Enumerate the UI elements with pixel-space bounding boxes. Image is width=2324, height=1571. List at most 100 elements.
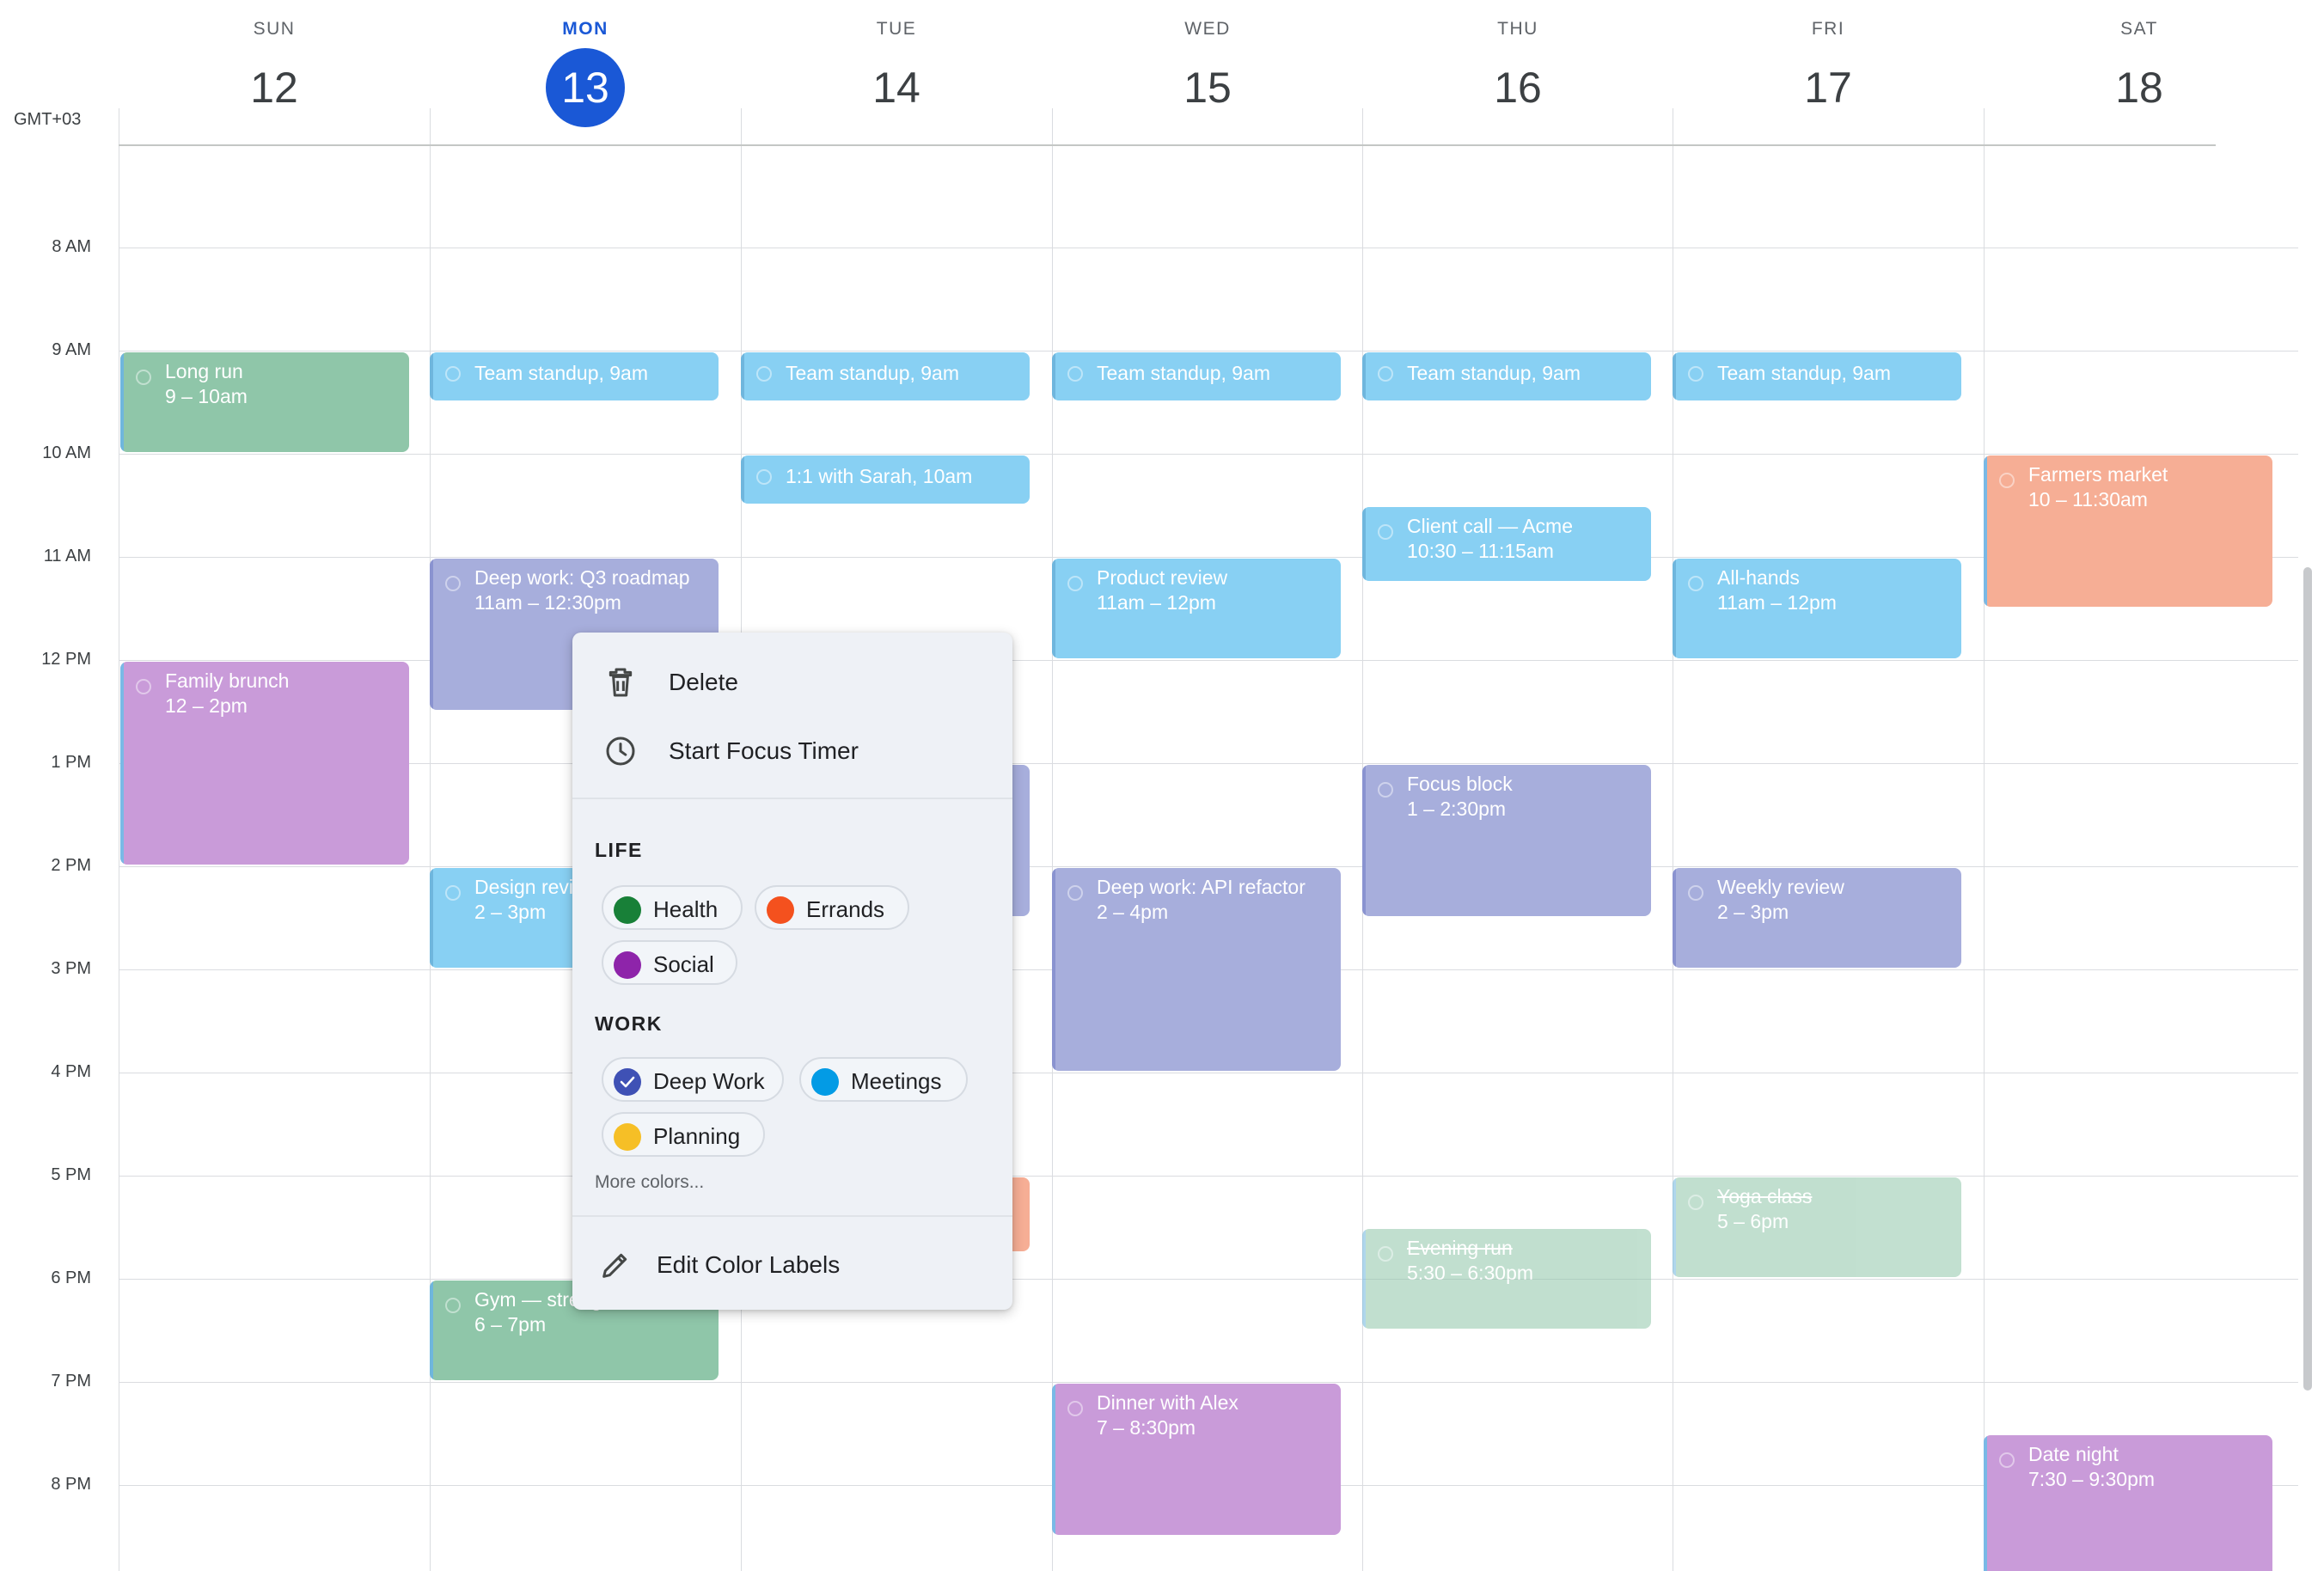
- color-swatch: [811, 1068, 839, 1096]
- event-color-stripe: [1362, 1229, 1366, 1329]
- event-farmers-market[interactable]: Farmers market 10 – 11:30am: [1984, 455, 2272, 607]
- event-team-standup-9am[interactable]: Team standup, 9am: [1052, 352, 1341, 400]
- event-color-stripe: [1673, 352, 1676, 400]
- event-title: Team standup, 9am: [474, 362, 649, 384]
- color-label-chip-deep-work[interactable]: Deep Work: [602, 1057, 784, 1102]
- task-circle-icon[interactable]: [1378, 782, 1393, 798]
- event-client-call-acme[interactable]: Client call — Acme 10:30 – 11:15am: [1362, 507, 1651, 581]
- event-evening-run[interactable]: Evening run 5:30 – 6:30pm: [1362, 1229, 1651, 1329]
- day-header-tue[interactable]: TUE 14: [741, 0, 1052, 138]
- header-column-tick: [430, 108, 431, 144]
- date-number[interactable]: 17: [1789, 48, 1868, 127]
- event-long-run[interactable]: Long run 9 – 10am: [120, 352, 409, 452]
- edit-color-labels-label: Edit Color Labels: [657, 1251, 841, 1278]
- trash-icon: [609, 668, 633, 697]
- event-all-hands[interactable]: All-hands 11am – 12pm: [1673, 559, 1961, 658]
- event-weekly-review[interactable]: Weekly review 2 – 3pm: [1673, 868, 1961, 968]
- event-title: Yoga class: [1717, 1185, 1813, 1207]
- event-1-1-with-sarah-10am[interactable]: 1:1 with Sarah, 10am: [741, 455, 1030, 504]
- date-number[interactable]: 16: [1478, 48, 1557, 127]
- date-number[interactable]: 12: [235, 48, 314, 127]
- event-title: All-hands: [1717, 566, 1800, 589]
- more-colors-link[interactable]: More colors...: [595, 1172, 704, 1193]
- event-color-stripe: [741, 455, 744, 504]
- event-date-night[interactable]: Date night 7:30 – 9:30pm: [1984, 1435, 2272, 1571]
- task-circle-icon[interactable]: [445, 1298, 461, 1313]
- task-circle-icon[interactable]: [1378, 524, 1393, 540]
- task-circle-icon[interactable]: [1378, 366, 1393, 382]
- event-title: Long run: [165, 360, 243, 382]
- event-color-stripe: [430, 559, 433, 710]
- event-team-standup-9am[interactable]: Team standup, 9am: [741, 352, 1030, 400]
- selected-check-icon: [614, 1068, 641, 1096]
- delete-menu-item[interactable]: Delete: [572, 650, 1012, 712]
- color-label-chip-errands[interactable]: Errands: [755, 885, 909, 930]
- day-column-divider: [1984, 146, 1985, 1571]
- day-of-week-label: SAT: [2120, 19, 2158, 39]
- today-date-badge[interactable]: 13: [546, 48, 625, 127]
- hour-label: 8 PM: [51, 1475, 91, 1494]
- day-header-sat[interactable]: SAT 18: [1984, 0, 2295, 138]
- event-team-standup-9am[interactable]: Team standup, 9am: [1673, 352, 1961, 400]
- color-label-chip-social[interactable]: Social: [602, 940, 737, 985]
- hour-label: 3 PM: [51, 959, 91, 978]
- hour-label: 10 AM: [42, 443, 91, 462]
- day-header-mon[interactable]: MON 13: [430, 0, 741, 138]
- start-focus-timer-menu-item[interactable]: Start Focus Timer: [572, 718, 1012, 780]
- task-circle-icon[interactable]: [756, 366, 772, 382]
- task-circle-icon[interactable]: [136, 679, 151, 694]
- hour-gridline: [119, 1382, 2298, 1383]
- event-deep-work-api-refactor[interactable]: Deep work: API refactor 2 – 4pm: [1052, 868, 1341, 1071]
- event-yoga-class[interactable]: Yoga class 5 – 6pm: [1673, 1177, 1961, 1277]
- day-header-sun[interactable]: SUN 12: [119, 0, 430, 138]
- hour-label: 12 PM: [41, 650, 91, 669]
- hour-label: 9 AM: [52, 340, 91, 359]
- task-circle-icon[interactable]: [445, 576, 461, 591]
- date-number[interactable]: 15: [1168, 48, 1247, 127]
- event-focus-block[interactable]: Focus block 1 – 2:30pm: [1362, 765, 1651, 916]
- event-color-stripe: [430, 1281, 433, 1380]
- task-circle-icon[interactable]: [1688, 366, 1703, 382]
- event-title: Dinner with Alex: [1097, 1391, 1238, 1414]
- life-section-heading: LIFE: [595, 839, 643, 861]
- event-family-brunch[interactable]: Family brunch 12 – 2pm: [120, 662, 409, 865]
- completed-check-icon[interactable]: [1378, 1246, 1393, 1262]
- vertical-scrollbar[interactable]: [2303, 567, 2312, 1391]
- color-label-chip-health[interactable]: Health: [602, 885, 743, 930]
- date-number[interactable]: 14: [857, 48, 936, 127]
- task-circle-icon[interactable]: [756, 469, 772, 485]
- task-circle-icon[interactable]: [445, 885, 461, 901]
- edit-color-labels-menu-item[interactable]: Edit Color Labels: [572, 1232, 1012, 1294]
- event-time: 12 – 2pm: [165, 694, 248, 717]
- day-header-fri[interactable]: FRI 17: [1673, 0, 1984, 138]
- event-team-standup-9am[interactable]: Team standup, 9am: [1362, 352, 1651, 400]
- task-circle-icon[interactable]: [136, 370, 151, 385]
- event-product-review[interactable]: Product review 11am – 12pm: [1052, 559, 1341, 658]
- task-circle-icon[interactable]: [1067, 1401, 1083, 1416]
- task-circle-icon[interactable]: [1688, 576, 1703, 591]
- task-circle-icon[interactable]: [1999, 1452, 2015, 1468]
- color-label-chip-meetings[interactable]: Meetings: [799, 1057, 968, 1102]
- event-title: Family brunch: [165, 669, 290, 692]
- task-circle-icon[interactable]: [1688, 885, 1703, 901]
- task-circle-icon[interactable]: [1067, 576, 1083, 591]
- task-circle-icon[interactable]: [1999, 473, 2015, 488]
- event-color-stripe: [1362, 507, 1366, 581]
- event-title: Team standup, 9am: [1407, 362, 1581, 384]
- completed-check-icon[interactable]: [1688, 1195, 1703, 1210]
- color-label-chip-planning[interactable]: Planning: [602, 1112, 765, 1157]
- task-circle-icon[interactable]: [1067, 366, 1083, 382]
- task-circle-icon[interactable]: [1067, 885, 1083, 901]
- event-title: Focus block: [1407, 773, 1513, 795]
- event-time: 11am – 12pm: [1717, 591, 1837, 614]
- day-of-week-label: WED: [1184, 19, 1231, 39]
- event-color-stripe: [1362, 765, 1366, 916]
- task-circle-icon[interactable]: [445, 366, 461, 382]
- date-number[interactable]: 18: [2100, 48, 2179, 127]
- event-team-standup-9am[interactable]: Team standup, 9am: [430, 352, 719, 400]
- event-context-menu: Delete Start Focus Timer LIFE Health Erra…: [572, 633, 1012, 1310]
- event-dinner-with-alex[interactable]: Dinner with Alex 7 – 8:30pm: [1052, 1384, 1341, 1535]
- day-header-wed[interactable]: WED 15: [1052, 0, 1363, 138]
- day-header-thu[interactable]: THU 16: [1362, 0, 1673, 138]
- hour-label: 5 PM: [51, 1165, 91, 1184]
